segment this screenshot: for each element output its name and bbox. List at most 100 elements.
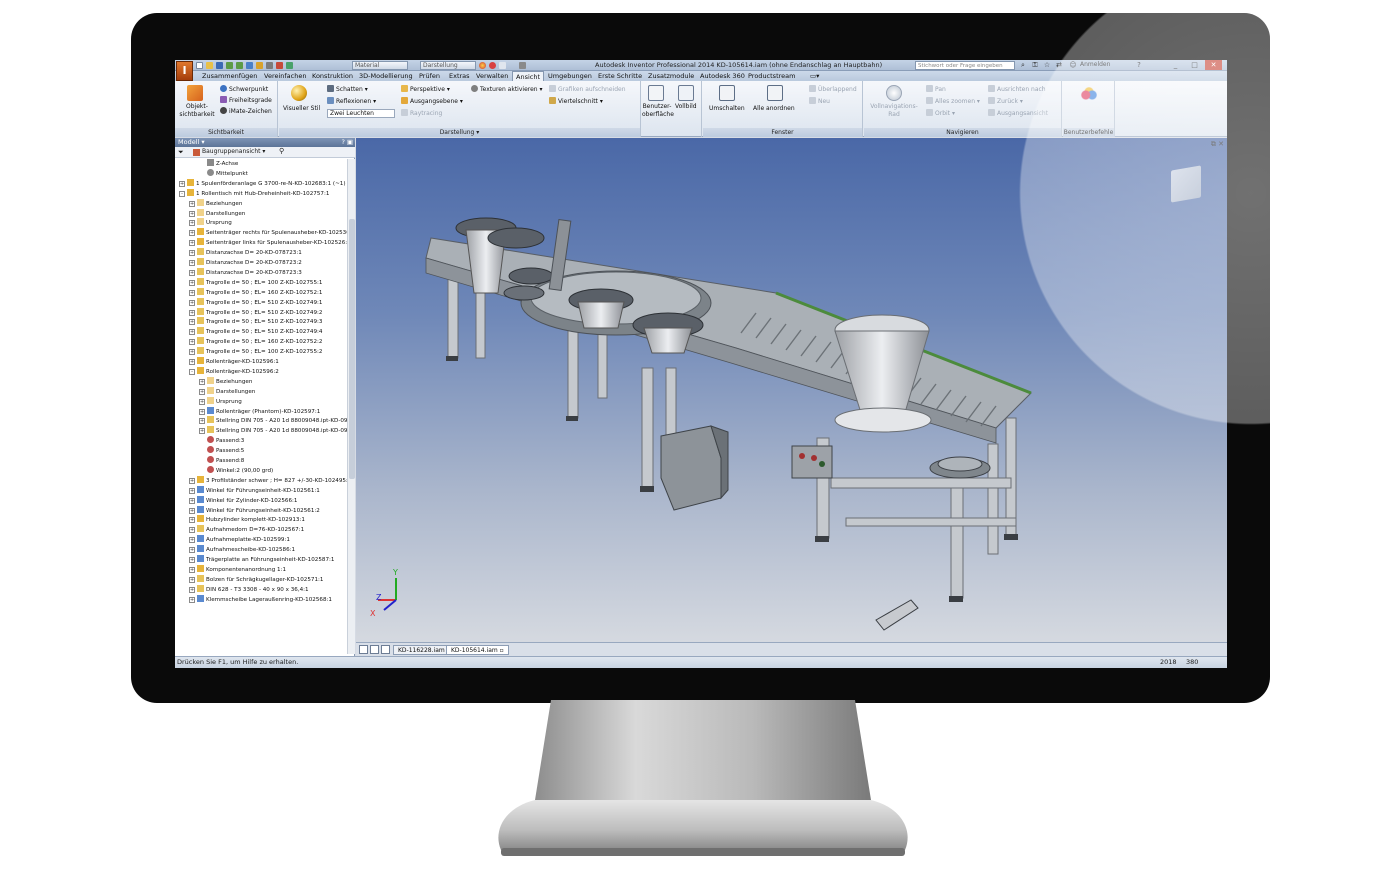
tree-row[interactable]: + Stellring DIN 705 - A20 1d 88009048.ipt…	[199, 426, 347, 436]
tree-expander-icon[interactable]: +	[189, 329, 195, 336]
tree-expander-icon[interactable]: +	[199, 418, 205, 425]
tree-expander-icon[interactable]: +	[189, 487, 195, 494]
fx-icon[interactable]	[499, 62, 506, 69]
tree-expander-icon[interactable]: +	[189, 220, 195, 227]
minimize-button[interactable]: _	[1167, 60, 1184, 70]
doc-tab-kd-116228[interactable]: KD-116228.iam	[393, 645, 450, 655]
orbit-button[interactable]: Orbit ▾	[926, 109, 955, 118]
arrange-all-icon[interactable]	[767, 85, 783, 101]
key-icon[interactable]: ⚿	[1031, 61, 1039, 69]
imate-glyphs-button[interactable]: iMate-Zeichen	[220, 107, 272, 116]
save-icon[interactable]	[216, 62, 223, 69]
tree-expander-icon[interactable]: +	[189, 299, 195, 306]
tree-row[interactable]: Mittelpunkt	[199, 168, 248, 179]
previous-view-button[interactable]: Zurück ▾	[988, 97, 1023, 106]
full-screen-button[interactable]: Vollbild	[675, 103, 697, 111]
tree-expander-icon[interactable]: +	[189, 289, 195, 296]
object-visibility-button[interactable]: Objekt- sichtbarkeit	[179, 103, 215, 119]
tab-konstruktion[interactable]: Konstruktion	[309, 71, 356, 81]
tree-expander-icon[interactable]: +	[189, 349, 195, 356]
doc-tab-close-icon[interactable]: ▫	[500, 647, 504, 654]
tab-ansicht[interactable]: Ansicht	[512, 71, 545, 81]
tree-row[interactable]: + Klemmscheibe Lageraußenring-KD-102568:1	[189, 594, 332, 605]
tree-row[interactable]: + Distanzachse D= 20-KD-078723:1	[189, 248, 302, 258]
tree-row[interactable]: + Tragrolle d= 50 ; EL= 100 Z-KD-102755:2	[189, 347, 323, 357]
visual-style-button[interactable]: Visueller Stil	[283, 105, 320, 113]
tree-expander-icon[interactable]: +	[189, 210, 195, 217]
material-dropdown[interactable]: Material	[352, 61, 408, 70]
tree-expander-icon[interactable]: +	[189, 537, 195, 544]
zoom-all-button[interactable]: Alles zoomen ▾	[926, 97, 980, 106]
tree-row[interactable]: + Tragrolle d= 50 ; EL= 510 Z-KD-102749:1	[189, 297, 323, 308]
list-docs-icon[interactable]	[381, 645, 390, 654]
undo-icon[interactable]	[226, 62, 233, 69]
tree-row[interactable]: + Rollenträger (Phantom)-KD-102597:1	[199, 406, 320, 417]
new-icon[interactable]	[196, 62, 203, 69]
tree-row[interactable]: + Komponentenanordnung 1:1	[189, 564, 286, 575]
appearance-dropdown[interactable]: Darstellung	[420, 61, 476, 70]
tree-expander-icon[interactable]: +	[189, 527, 195, 534]
tree-expander-icon[interactable]: +	[189, 547, 195, 554]
tree-row[interactable]: + Winkel für Zylinder-KD-102566:1	[189, 495, 297, 506]
tree-expander-icon[interactable]: +	[189, 200, 195, 207]
look-at-button[interactable]: Ausrichten nach	[988, 85, 1046, 94]
tab-verwalten[interactable]: Verwalten	[473, 71, 511, 81]
tree-row[interactable]: - Rollenträger-KD-102596:2	[189, 366, 279, 377]
quarter-section-button[interactable]: Viertelschnitt ▾	[549, 97, 603, 106]
tree-expander-icon[interactable]: -	[189, 368, 195, 375]
tree-expander-icon[interactable]: +	[199, 378, 205, 385]
tab-pruefen[interactable]: Prüfen	[416, 71, 443, 81]
tree-row[interactable]: + Aufnahmeplatte-KD-102599:1	[189, 535, 290, 545]
star-icon[interactable]: ☆	[1043, 61, 1051, 69]
tree-row[interactable]: + Distanzachse D= 20-KD-078723:2	[189, 258, 302, 268]
tree-row[interactable]: + Ursprung	[189, 218, 232, 228]
application-menu-button[interactable]: I	[176, 61, 193, 81]
shadows-button[interactable]: Schatten ▾	[327, 85, 368, 94]
maximize-button[interactable]: □	[1186, 60, 1203, 70]
browser-scrollbar[interactable]	[347, 159, 355, 654]
tree-expander-icon[interactable]: +	[189, 596, 195, 603]
tree-row[interactable]: +1 Spulenförderanlage G 3700-re-N-KD-102…	[179, 178, 346, 189]
pan-button[interactable]: Pan	[926, 85, 946, 94]
tree-expander-icon[interactable]: +	[189, 517, 195, 524]
tree-row[interactable]: + Distanzachse D= 20-KD-078723:3	[189, 267, 302, 278]
raytracing-button[interactable]: Raytracing	[401, 109, 442, 118]
tree-expander-icon[interactable]: +	[189, 497, 195, 504]
tree-row[interactable]: + Seitenträger rechts für Spulenausheber-…	[189, 228, 347, 238]
return-icon[interactable]	[276, 62, 283, 69]
tree-expander-icon[interactable]: +	[189, 279, 195, 286]
doc-tab-kd-105614[interactable]: KD-105614.iam ▫	[446, 645, 509, 655]
tree-expander-icon[interactable]: +	[189, 319, 195, 326]
tree-row[interactable]: + Winkel für Führungseinheit-KD-102561:2	[189, 505, 320, 516]
search-icon[interactable]: ⌕	[1019, 61, 1027, 69]
arrange-all-button[interactable]: Alle anordnen	[753, 105, 795, 113]
tree-expander-icon[interactable]: +	[199, 428, 205, 435]
switch-window-icon[interactable]	[719, 85, 735, 101]
tab-3d-modellierung[interactable]: 3D-Modellierung	[356, 71, 416, 81]
full-screen-icon[interactable]	[678, 85, 694, 101]
find-icon[interactable]: ⚲	[279, 147, 284, 155]
tree-expander-icon[interactable]: +	[189, 269, 195, 276]
signin-link[interactable]: Anmelden	[1080, 61, 1110, 68]
cascade-docs-icon[interactable]	[370, 645, 379, 654]
user-interface-icon[interactable]	[648, 85, 664, 101]
ribbon-toggle-icon[interactable]: ▭▾	[807, 71, 822, 81]
tree-expander-icon[interactable]: +	[189, 309, 195, 316]
tree-row[interactable]: Winkel:2 (90,00 grd)	[199, 465, 273, 476]
tree-expander-icon[interactable]: -	[179, 190, 185, 197]
tree-expander-icon[interactable]: +	[189, 576, 195, 583]
pan-icon[interactable]	[519, 62, 526, 69]
tree-expander-icon[interactable]: +	[199, 408, 205, 415]
assembly-view-dropdown[interactable]: Baugruppenansicht ▾	[202, 148, 265, 155]
help-icon[interactable]: ?	[1135, 61, 1143, 69]
home-view-button[interactable]: Ausgangsansicht	[988, 109, 1048, 118]
tab-vereinfachen[interactable]: Vereinfachen	[261, 71, 309, 81]
tree-expander-icon[interactable]: +	[189, 586, 195, 593]
tree-row[interactable]: + Stellring DIN 705 - A20 1d 88009048.ipt…	[199, 416, 347, 426]
tree-expander-icon[interactable]: +	[199, 388, 205, 395]
tree-expander-icon[interactable]: +	[189, 359, 195, 365]
tree-row[interactable]: + Aufnahmedorn D=76-KD-102567:1	[189, 525, 304, 535]
tree-row[interactable]: + Rollenträger-KD-102596:1	[189, 357, 279, 367]
exchange-icon[interactable]: ⇄	[1055, 61, 1063, 69]
tree-row[interactable]: Passend:8	[199, 456, 244, 466]
